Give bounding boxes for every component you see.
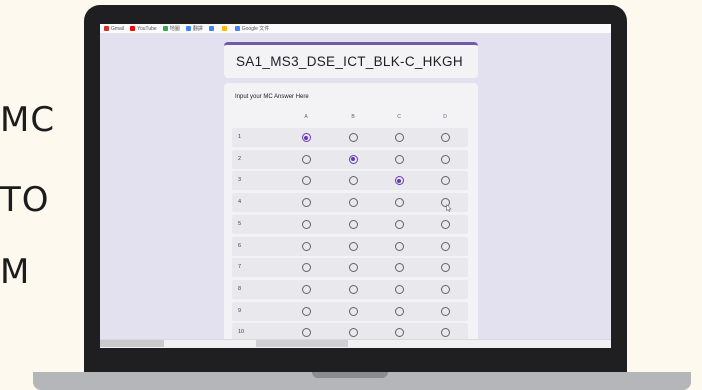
bookmark-item[interactable]: [208, 25, 216, 32]
radio-2-b[interactable]: [348, 154, 358, 164]
row-label: 1: [238, 134, 242, 140]
bookmark-item[interactable]: Google 文件: [234, 25, 270, 32]
row-label: 8: [238, 285, 242, 292]
laptop-screen: Gmail YouTube 地圖 翻譯 Google 文件 SA1_MS3_DSE_IC…: [100, 24, 611, 348]
row-label: 5: [238, 220, 242, 227]
row-label: 4: [238, 199, 242, 206]
row-label: 10: [238, 329, 245, 336]
bookmark-favicon-icon: [130, 25, 136, 31]
column-header-a: A: [304, 114, 308, 120]
bookmark-favicon-icon: [104, 25, 109, 31]
grid-row: 5: [232, 214, 468, 234]
radio-9-c[interactable]: [394, 306, 404, 316]
radio-5-a[interactable]: [301, 219, 311, 229]
grid-row: 4: [232, 193, 468, 213]
radio-2-a[interactable]: [301, 154, 311, 164]
bookmark-item[interactable]: Gmail: [104, 26, 124, 32]
radio-7-b[interactable]: [348, 263, 358, 273]
bookmarks-bar: Gmail YouTube 地圖 翻譯 Google 文件: [100, 24, 611, 34]
column-header-b: B: [351, 114, 355, 120]
grid-row: 8: [232, 279, 468, 299]
radio-10-a[interactable]: [301, 328, 311, 338]
laptop-notch: [312, 372, 388, 378]
bookmark-label: YouTube: [137, 25, 157, 32]
radio-7-a[interactable]: [301, 263, 311, 273]
grid-row: 3: [232, 171, 468, 191]
form-header-card: SA1_MS3_DSE_ICT_BLK-C_HKGH: [224, 42, 478, 78]
side-text-line1: MC: [0, 100, 56, 140]
bookmark-favicon-icon: [185, 26, 191, 32]
radio-10-b[interactable]: [348, 328, 358, 338]
row-label: 6: [238, 242, 242, 249]
radio-1-a[interactable]: [301, 133, 311, 142]
radio-9-a[interactable]: [301, 306, 311, 316]
radio-4-c[interactable]: [394, 198, 404, 208]
radio-8-d[interactable]: [440, 284, 450, 294]
bookmark-item[interactable]: 翻譯: [185, 25, 203, 32]
column-header-d: D: [443, 114, 447, 120]
radio-1-b[interactable]: [348, 133, 358, 142]
radio-9-b[interactable]: [348, 306, 358, 316]
radio-5-c[interactable]: [394, 219, 404, 229]
bookmark-label: 翻譯: [192, 26, 203, 32]
radio-6-c[interactable]: [394, 241, 404, 251]
form-title: SA1_MS3_DSE_ICT_BLK-C_HKGH: [236, 54, 463, 69]
radio-6-a[interactable]: [301, 241, 311, 251]
scrollbar-left-segment[interactable]: [100, 340, 164, 347]
radio-7-c[interactable]: [394, 263, 404, 273]
bookmark-favicon-icon: [221, 25, 227, 31]
radio-6-d[interactable]: [440, 241, 450, 251]
radio-3-a[interactable]: [301, 176, 311, 186]
bookmark-item[interactable]: [221, 25, 229, 32]
mouse-cursor-icon: [446, 204, 452, 212]
side-text-line2: TO: [0, 180, 50, 220]
grid-row: 1: [232, 128, 468, 147]
side-text-line3: M: [0, 252, 31, 292]
grid-row: 9: [232, 301, 468, 321]
grid-row: 6: [232, 236, 468, 256]
scrollbar-thumb[interactable]: [256, 340, 348, 347]
row-label: 7: [238, 264, 242, 271]
radio-3-b[interactable]: [348, 176, 358, 186]
radio-5-b[interactable]: [348, 219, 358, 229]
bookmark-label: Gmail: [111, 25, 125, 32]
column-header-c: C: [397, 114, 401, 120]
row-label: 3: [238, 177, 242, 184]
grid-row: 7: [232, 258, 468, 278]
radio-3-d[interactable]: [440, 176, 450, 186]
radio-8-a[interactable]: [301, 284, 311, 294]
radio-7-d[interactable]: [440, 263, 450, 273]
question-title: Input your MC Answer Here: [235, 94, 309, 100]
bookmark-favicon-icon: [162, 26, 168, 32]
horizontal-scroll-bar[interactable]: [100, 339, 611, 348]
row-label: 9: [238, 307, 242, 314]
radio-4-b[interactable]: [348, 198, 358, 208]
bookmark-favicon-icon: [234, 26, 240, 32]
bookmark-favicon-icon: [208, 25, 214, 31]
grid-row: 2: [232, 149, 468, 169]
bookmark-label: 地圖: [169, 26, 180, 32]
multiple-choice-grid-card: Input your MC Answer Here A B C D 1 2 3 4 5 6 7 8 9 1…: [224, 83, 478, 348]
radio-1-d[interactable]: [440, 133, 450, 142]
radio-1-c[interactable]: [394, 133, 404, 142]
row-label: 2: [238, 155, 242, 162]
radio-9-d[interactable]: [440, 306, 450, 316]
radio-6-b[interactable]: [348, 241, 358, 251]
bookmark-item[interactable]: 地圖: [162, 25, 180, 32]
radio-8-b[interactable]: [348, 284, 358, 294]
radio-8-c[interactable]: [394, 284, 404, 294]
radio-3-c[interactable]: [394, 176, 404, 186]
radio-10-c[interactable]: [394, 328, 404, 338]
radio-10-d[interactable]: [440, 328, 450, 338]
radio-4-a[interactable]: [301, 198, 311, 208]
radio-2-c[interactable]: [394, 154, 404, 164]
bookmark-label: Google 文件: [241, 26, 270, 32]
radio-2-d[interactable]: [440, 154, 450, 164]
radio-5-d[interactable]: [440, 219, 450, 229]
bookmark-item[interactable]: YouTube: [130, 26, 157, 32]
